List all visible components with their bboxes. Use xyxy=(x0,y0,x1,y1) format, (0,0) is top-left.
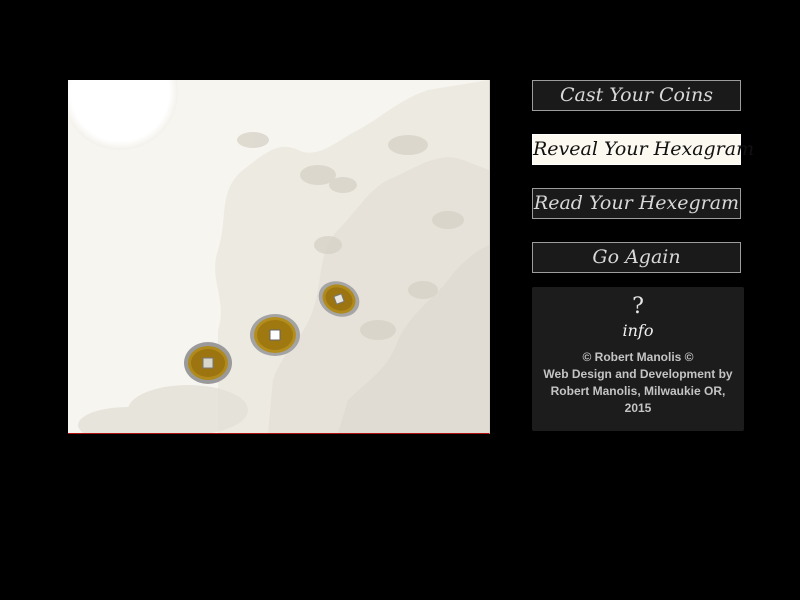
credit-line-1: © Robert Manolis © xyxy=(582,350,694,364)
coin-1[interactable] xyxy=(183,341,233,385)
reveal-hexagram-button[interactable]: Reveal Your Hexagram xyxy=(532,134,754,165)
coin-2[interactable] xyxy=(249,313,301,357)
game-stage: Cast Your Coins Reveal Your Hexagram Rea… xyxy=(0,0,800,600)
info-link[interactable]: info xyxy=(532,321,744,340)
coin-board xyxy=(68,80,490,434)
landscape-painting xyxy=(68,80,489,433)
read-hexagram-button[interactable]: Read Your Hexegram xyxy=(532,188,741,219)
info-panel: ? info © Robert Manolis © Web Design and… xyxy=(532,287,744,431)
credit-text: © Robert Manolis © Web Design and Develo… xyxy=(536,349,740,417)
go-again-button[interactable]: Go Again xyxy=(532,242,741,273)
cast-coins-button[interactable]: Cast Your Coins xyxy=(532,80,741,111)
question-mark-icon[interactable]: ? xyxy=(532,296,744,318)
credit-line-2: Web Design and Development by Robert Man… xyxy=(543,367,733,415)
coin-3[interactable] xyxy=(317,278,361,320)
